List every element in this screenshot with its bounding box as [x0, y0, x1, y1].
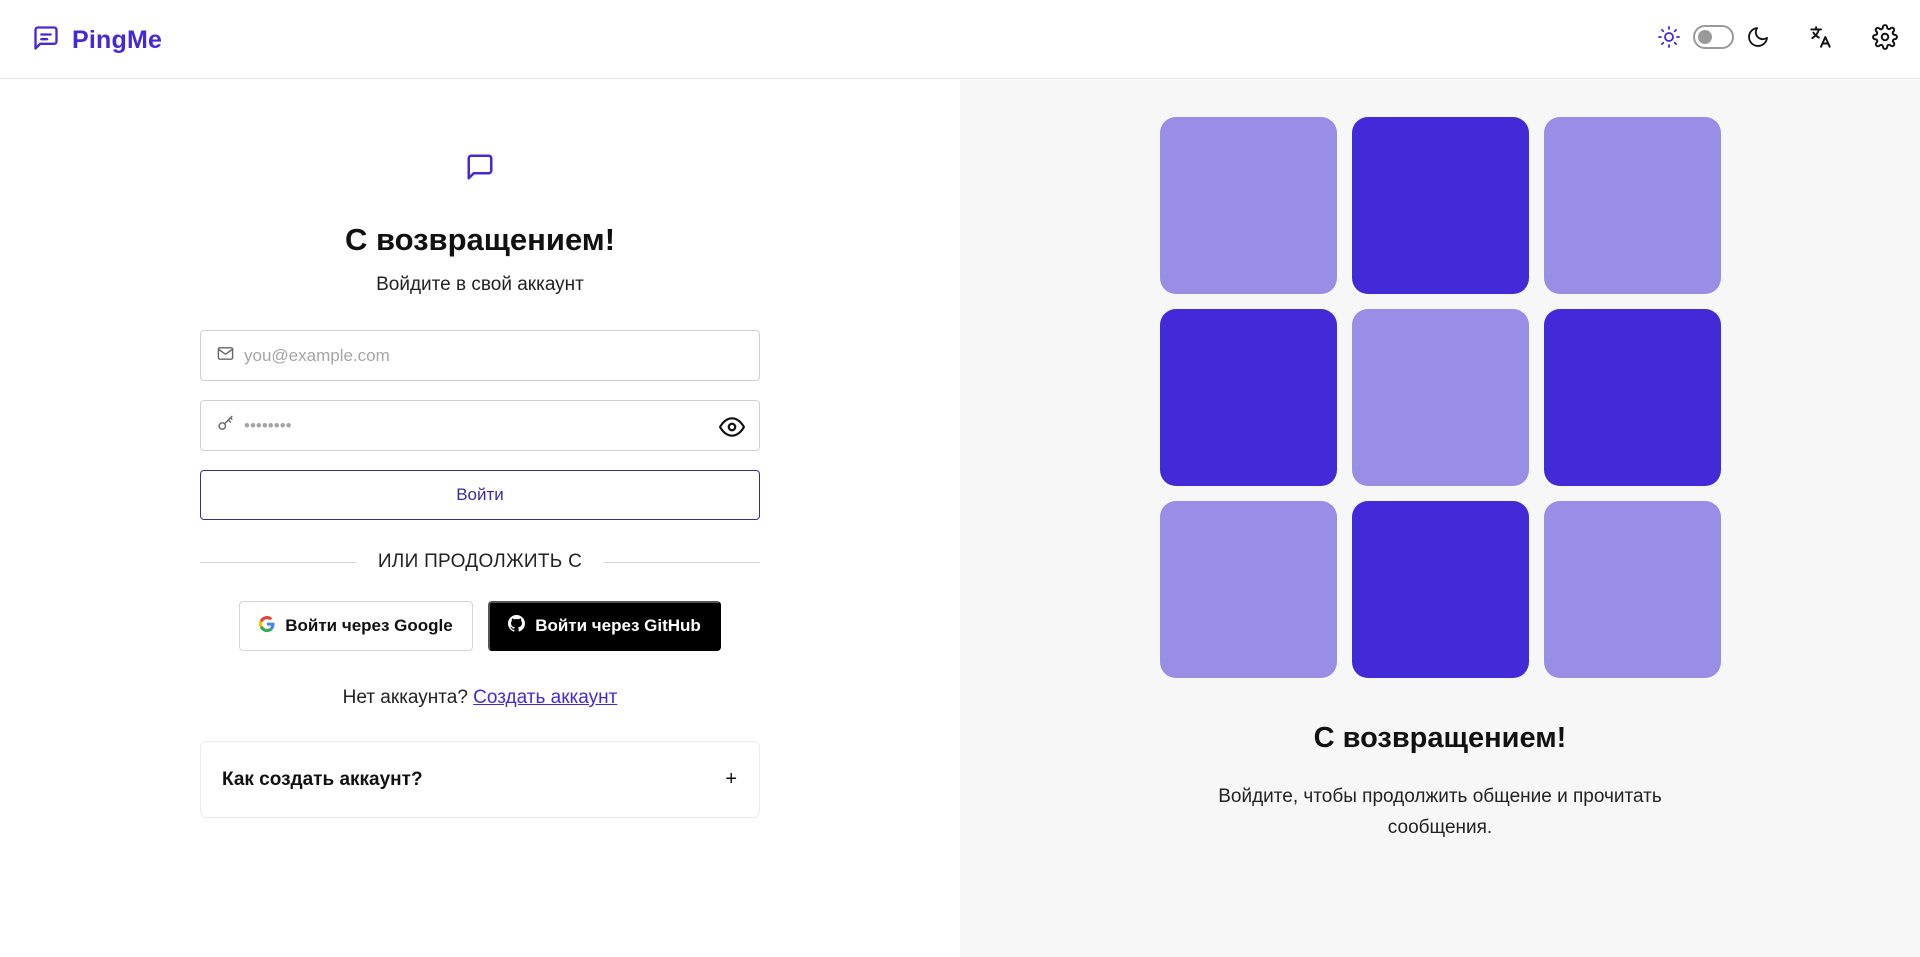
- expand-plus-icon[interactable]: +: [725, 768, 737, 791]
- promo-title: С возвращением!: [1313, 722, 1567, 754]
- login-subtitle: Войдите в свой аккаунт: [376, 274, 584, 295]
- login-panel: С возвращением! Войдите в свой аккаунт В…: [0, 80, 960, 957]
- gear-icon[interactable]: [1872, 24, 1898, 50]
- promo-tile-dark: [1352, 117, 1529, 294]
- promo-text: Войдите, чтобы продолжить общение и проч…: [1218, 786, 1662, 838]
- github-icon: [508, 615, 526, 637]
- chat-logo-icon: [32, 24, 60, 57]
- promo-tile-light: [1544, 117, 1721, 294]
- tile-grid: [1160, 117, 1721, 678]
- github-login-button[interactable]: Войти через GitHub: [488, 601, 721, 651]
- divider-line: [604, 561, 760, 563]
- app-name: PingMe: [72, 26, 163, 54]
- mail-icon: [217, 345, 234, 367]
- moon-icon: [1746, 25, 1770, 49]
- divider-text: ИЛИ ПРОДОЛЖИТЬ С: [377, 551, 583, 572]
- top-bar: PingMe: [0, 0, 1920, 79]
- create-account-link[interactable]: Создать аккаунт: [473, 687, 617, 708]
- google-button-label: Войти через Google: [285, 616, 453, 635]
- login-button[interactable]: Войти: [200, 470, 760, 520]
- promo-tile-light: [1160, 501, 1337, 678]
- key-icon: [217, 415, 234, 437]
- faq-question: Как создать аккаунт?: [222, 768, 423, 790]
- promo-tile-light: [1544, 501, 1721, 678]
- no-account-text: Нет аккаунта?: [342, 687, 468, 708]
- app-logo[interactable]: PingMe: [32, 24, 162, 57]
- eye-icon[interactable]: [719, 414, 745, 445]
- email-input[interactable]: [244, 345, 759, 366]
- email-field[interactable]: [200, 330, 760, 381]
- promo-tile-light: [1160, 117, 1337, 294]
- divider-line: [200, 561, 356, 563]
- or-divider: ИЛИ ПРОДОЛЖИТЬ С: [200, 550, 760, 574]
- theme-toggle[interactable]: [1693, 25, 1734, 49]
- password-input[interactable]: [244, 415, 759, 436]
- login-title: С возвращением!: [344, 222, 616, 257]
- faq-accordion[interactable]: Как создать аккаунт? +: [200, 741, 760, 818]
- google-login-button[interactable]: Войти через Google: [239, 601, 473, 651]
- github-button-label: Войти через GitHub: [535, 616, 701, 635]
- translate-icon[interactable]: [1808, 24, 1834, 50]
- promo-panel: С возвращением! Войдите, чтобы продолжит…: [960, 80, 1920, 957]
- toggle-knob: [1698, 30, 1712, 44]
- message-square-icon: [465, 152, 495, 187]
- promo-tile-dark: [1352, 501, 1529, 678]
- promo-tile-dark: [1544, 309, 1721, 486]
- google-icon: [259, 615, 275, 637]
- sun-icon: [1657, 25, 1681, 49]
- promo-tile-dark: [1160, 309, 1337, 486]
- signup-prompt: Нет аккаунта? Создать аккаунт: [0, 687, 960, 709]
- promo-tile-light: [1352, 309, 1529, 486]
- password-field[interactable]: [200, 400, 760, 451]
